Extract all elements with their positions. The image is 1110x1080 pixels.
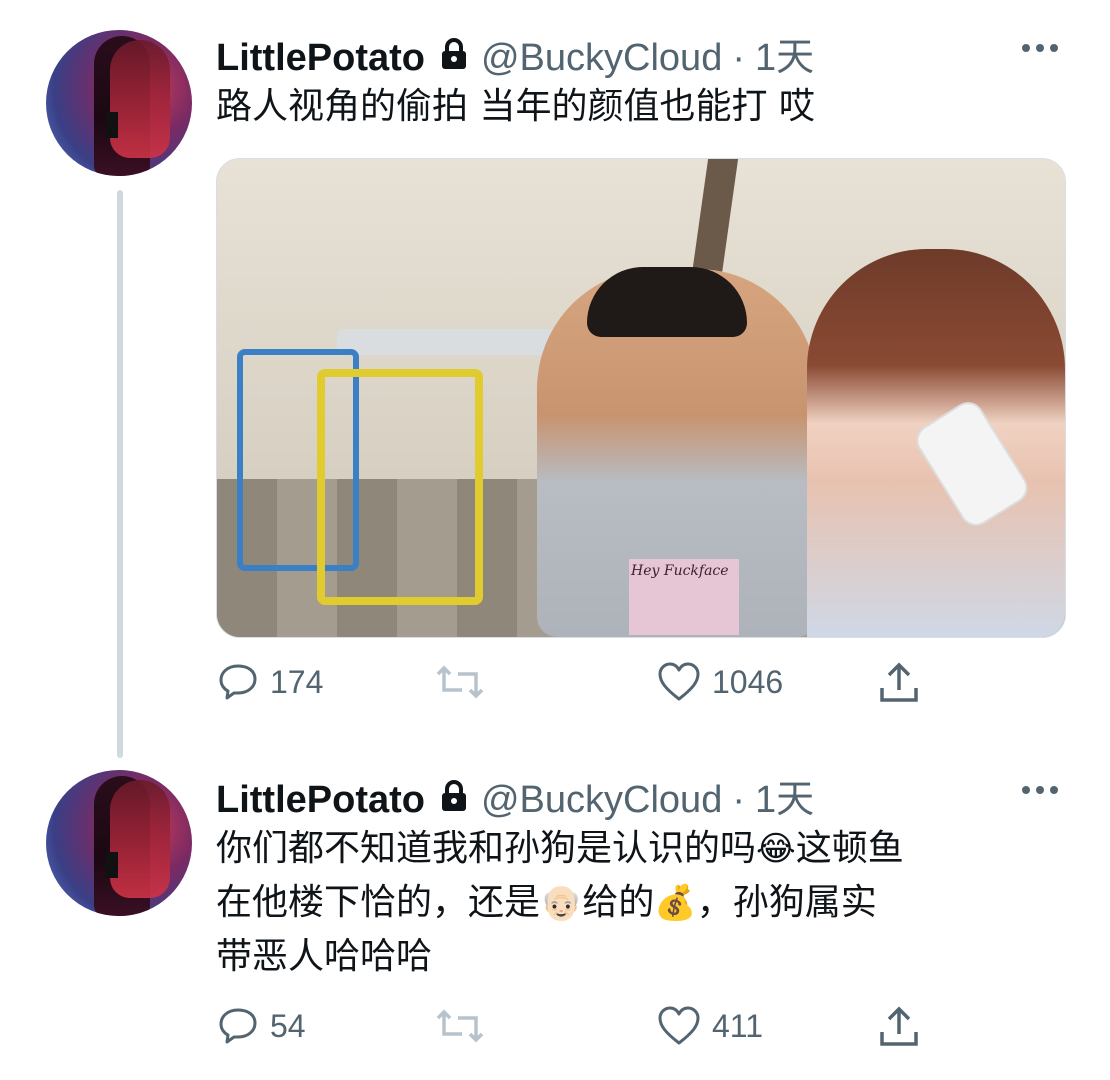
author-handle[interactable]: @BuckyCloud <box>481 779 722 822</box>
heart-icon <box>658 1006 700 1045</box>
tweet-photo[interactable]: Hey Fuckface <box>216 158 1066 638</box>
reply-icon <box>219 1008 257 1044</box>
share-icon <box>880 662 918 702</box>
more-horizontal-icon[interactable] <box>1022 44 1058 52</box>
avatar-hair <box>110 40 170 158</box>
reply-button[interactable]: 54 <box>216 1004 306 1048</box>
tweet-1[interactable]: LittlePotato @BuckyCloud · 1天 路人视角的偷拍 当年… <box>0 0 1110 760</box>
lock-icon <box>439 780 469 816</box>
like-button[interactable]: 411 <box>656 1004 763 1048</box>
more-horizontal-icon[interactable] <box>1022 786 1058 794</box>
tweet-actions: 174 1046 <box>216 660 956 710</box>
reply-count: 174 <box>270 663 324 700</box>
tweet-2[interactable]: LittlePotato @BuckyCloud · 1天 你们都不知道我和孙狗… <box>0 760 1110 1080</box>
avatar-hair <box>110 780 170 898</box>
text-segment: 这顿鱼 <box>795 828 904 869</box>
separator-dot: · <box>732 779 745 821</box>
tweet-text-line-1: 你们都不知道我和孙狗是认识的吗😂这顿鱼 <box>216 822 1076 876</box>
tweet-header: LittlePotato @BuckyCloud · 1天 <box>216 26 814 81</box>
old-man-emoji: 👴🏻 <box>540 883 583 923</box>
tweet-text: 路人视角的偷拍 当年的颜值也能打 哎 <box>216 80 1076 134</box>
reply-count: 54 <box>270 1007 306 1044</box>
photo-shirt-text: Hey Fuckface <box>631 563 729 579</box>
retweet-button[interactable] <box>434 1004 496 1048</box>
tweet-text-line: 路人视角的偷拍 当年的颜值也能打 哎 <box>216 86 815 127</box>
text-segment: 给的 <box>582 882 655 923</box>
author-handle[interactable]: @BuckyCloud <box>481 37 722 80</box>
like-count: 1046 <box>712 663 784 700</box>
retweet-icon <box>436 665 484 699</box>
tweet-actions: 54 411 <box>216 1004 956 1054</box>
author-name[interactable]: LittlePotato <box>216 779 425 822</box>
share-button[interactable] <box>876 1004 922 1050</box>
avatar-censor-bar <box>106 852 118 878</box>
share-button[interactable] <box>876 660 922 706</box>
text-segment: ，孙狗属实 <box>696 882 877 923</box>
text-segment: 带恶人哈哈哈 <box>216 936 433 977</box>
thread-connector-line <box>117 190 123 758</box>
like-count: 411 <box>712 1007 764 1044</box>
laughing-emoji: 😂 <box>756 829 796 869</box>
text-segment: 你们都不知道我和孙狗是认识的吗 <box>216 828 757 869</box>
reply-button[interactable]: 174 <box>216 660 323 704</box>
tweet-text-line-3: 带恶人哈哈哈 <box>216 930 1076 984</box>
author-name[interactable]: LittlePotato <box>216 37 425 80</box>
avatar[interactable] <box>46 770 192 916</box>
timestamp[interactable]: 1天 <box>755 26 814 81</box>
timestamp[interactable]: 1天 <box>755 768 814 823</box>
money-bag-emoji: 💰 <box>654 883 697 923</box>
heart-icon <box>658 662 700 701</box>
separator-dot: · <box>732 37 745 79</box>
photo-yellow-chair <box>317 369 483 605</box>
like-button[interactable]: 1046 <box>656 660 783 704</box>
avatar[interactable] <box>46 30 192 176</box>
avatar-censor-bar <box>106 112 118 138</box>
retweet-icon <box>436 1009 484 1043</box>
photo-man-hair <box>587 267 747 337</box>
tweet-header: LittlePotato @BuckyCloud · 1天 <box>216 768 814 823</box>
lock-icon <box>439 38 469 74</box>
reply-icon <box>219 664 257 700</box>
tweet-text-line-2: 在他楼下恰的，还是👴🏻给的💰，孙狗属实 <box>216 876 1076 930</box>
retweet-button[interactable] <box>434 660 496 704</box>
tweet-text: 你们都不知道我和孙狗是认识的吗😂这顿鱼 在他楼下恰的，还是👴🏻给的💰，孙狗属实 … <box>216 822 1076 984</box>
text-segment: 在他楼下恰的，还是 <box>216 882 541 923</box>
share-icon <box>880 1006 918 1046</box>
